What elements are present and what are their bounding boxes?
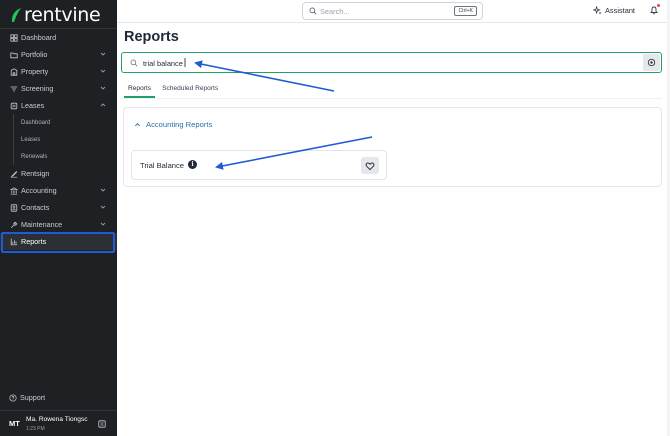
report-tabs: Reports Scheduled Reports <box>124 82 225 98</box>
sidebar-item-label: Rentsign <box>21 169 50 178</box>
page-title: Reports <box>124 29 179 45</box>
chevron-down-icon <box>100 86 106 90</box>
bank-icon <box>9 186 19 196</box>
chevron-down-icon <box>100 205 106 209</box>
folder-icon <box>9 50 19 60</box>
lease-icon <box>9 101 19 111</box>
sparkle-icon <box>593 6 602 15</box>
sidebar-item-leases[interactable]: Leases <box>0 97 117 114</box>
sidebar-item-label: Portfolio <box>21 50 48 59</box>
sidebar-item-portfolio[interactable]: Portfolio <box>0 46 117 63</box>
sidebar-item-contacts[interactable]: Contacts <box>0 199 117 216</box>
chevron-down-icon <box>100 52 106 56</box>
report-search-input[interactable] <box>143 56 623 70</box>
rentvine-logo[interactable]: rentvine <box>10 4 101 26</box>
search-icon <box>130 59 138 67</box>
tab-reports[interactable]: Reports <box>124 82 156 98</box>
sidebar-item-label: Maintenance <box>21 220 63 229</box>
top-bar: Search... Ctrl+K Assistant <box>117 0 670 23</box>
sidebar-item-label: Dashboard <box>21 33 57 42</box>
chevron-up-icon <box>134 122 141 127</box>
favorite-button[interactable] <box>361 157 379 174</box>
building-icon <box>9 67 19 77</box>
sidebar-item-accounting[interactable]: Accounting <box>0 182 117 199</box>
sidebar-subitem-leases-leases[interactable]: Leases <box>0 131 117 148</box>
logout-icon[interactable] <box>98 420 106 428</box>
chevron-down-icon <box>100 69 106 73</box>
divider <box>121 98 662 99</box>
avatar: MT <box>9 419 20 428</box>
sidebar-item-label: Accounting <box>21 186 57 195</box>
sidebar: rentvine Dashboard Portfolio Property Sc… <box>0 0 117 436</box>
info-icon[interactable]: i <box>188 160 197 169</box>
sidebar-item-dashboard[interactable]: Dashboard <box>0 29 117 46</box>
help-circle-icon <box>9 393 17 402</box>
user-time: 1:23 PM <box>26 426 45 432</box>
highlight-outline <box>1 232 115 253</box>
user-menu[interactable]: MT Ma. Rowena Tiongsc 1:23 PM <box>0 411 117 436</box>
assistant-button[interactable]: Assistant <box>593 6 635 15</box>
wrench-icon <box>9 220 19 230</box>
shortcut-badge: Ctrl+K <box>454 6 477 16</box>
user-name: Ma. Rowena Tiongsc <box>26 416 88 423</box>
chevron-down-icon <box>100 188 106 192</box>
tab-scheduled-reports[interactable]: Scheduled Reports <box>158 82 222 98</box>
sidebar-item-maintenance[interactable]: Maintenance <box>0 216 117 233</box>
sidebar-nav: Dashboard Portfolio Property Screening L… <box>0 29 117 250</box>
accounting-reports-section: Accounting Reports Trial Balance i <box>123 107 662 187</box>
global-search-input[interactable]: Search... Ctrl+K <box>302 2 483 20</box>
report-search-field[interactable] <box>121 52 662 73</box>
sign-icon <box>9 169 19 179</box>
sidebar-item-property[interactable]: Property <box>0 63 117 80</box>
clear-circle-icon <box>647 58 656 67</box>
sidebar-subitem-leases-dashboard[interactable]: Dashboard <box>0 114 117 131</box>
support-label: Support <box>20 393 46 402</box>
section-title: Accounting Reports <box>146 120 213 129</box>
notification-dot <box>657 4 660 7</box>
sidebar-subitem-label: Renewals <box>21 153 48 160</box>
clear-search-button[interactable] <box>643 54 660 71</box>
contacts-icon <box>9 203 19 213</box>
report-card-label: Trial Balance <box>140 161 185 170</box>
sidebar-subitem-label: Dashboard <box>21 119 51 126</box>
search-placeholder: Search... <box>320 6 350 16</box>
sidebar-item-rentsign[interactable]: Rentsign <box>0 165 117 182</box>
logo-text: rentvine <box>24 4 101 26</box>
assistant-label: Assistant <box>605 6 635 15</box>
grid-icon <box>9 33 19 43</box>
sidebar-item-screening[interactable]: Screening <box>0 80 117 97</box>
leaf-logo-icon <box>12 8 21 22</box>
filter-icon <box>9 84 19 94</box>
heart-icon <box>365 162 375 170</box>
sidebar-item-label: Screening <box>21 84 54 93</box>
sidebar-item-label: Property <box>21 67 49 76</box>
support-link[interactable]: Support <box>9 393 45 402</box>
report-card-trial-balance[interactable]: Trial Balance i <box>131 150 387 180</box>
section-toggle[interactable]: Accounting Reports <box>134 120 212 129</box>
sidebar-item-label: Leases <box>21 101 45 110</box>
search-icon <box>309 7 317 15</box>
sidebar-subitem-label: Leases <box>21 136 41 143</box>
sidebar-item-label: Contacts <box>21 203 50 212</box>
chevron-up-icon <box>100 103 106 107</box>
chevron-down-icon <box>100 222 106 226</box>
sidebar-subitem-leases-renewals[interactable]: Renewals <box>0 148 117 165</box>
